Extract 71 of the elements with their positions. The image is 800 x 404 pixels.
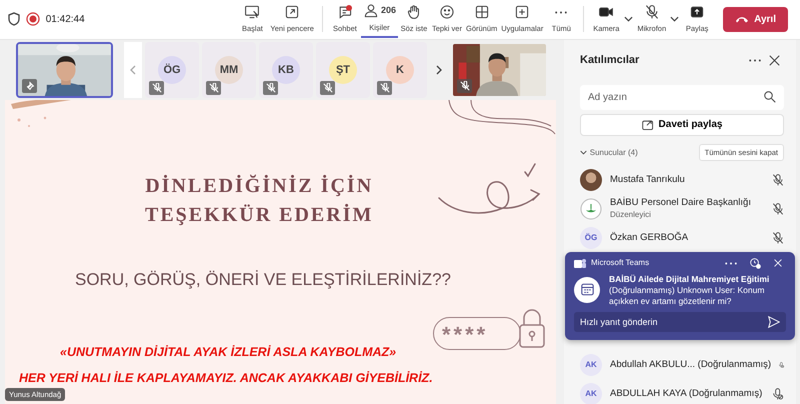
- participant-row[interactable]: BAİBU Personel Daire Başkanlığı Düzenleyici: [580, 194, 784, 224]
- participant-row[interactable]: ÖG Özkan GERBOĞA: [580, 224, 784, 253]
- clock-icon: [750, 258, 761, 269]
- avatar-initials: K: [386, 56, 414, 84]
- share-invite-button[interactable]: Daveti paylaş: [580, 114, 784, 136]
- app-icon: [574, 258, 586, 269]
- hand-icon: [406, 4, 422, 20]
- avatar-initials: MM: [215, 56, 243, 84]
- close-icon: [769, 55, 780, 66]
- participant-name: BAİBU Personel Daire Başkanlığı: [610, 197, 752, 210]
- avatar-tile[interactable]: MM: [202, 42, 256, 98]
- people-icon: [362, 3, 379, 20]
- caret-icon: [624, 16, 634, 22]
- logo-icon: [580, 198, 602, 220]
- avatar-initials: ÖG: [580, 227, 602, 250]
- chat-icon: [336, 4, 353, 20]
- participant-role: Düzenleyici: [610, 209, 652, 222]
- popout-icon: [284, 4, 300, 20]
- pin-icon: [24, 81, 34, 92]
- caret-icon: [670, 16, 680, 22]
- chevron-icon: [580, 149, 587, 156]
- avatar-tile[interactable]: KB: [259, 42, 313, 98]
- avatar-initials: AK: [580, 383, 602, 404]
- lock-icon: [517, 307, 547, 350]
- app-name: Microsoft Teams: [591, 257, 650, 270]
- mic-off-icon: [644, 4, 660, 20]
- avatar-initials: ÖG: [158, 56, 186, 84]
- avatar-initials: AK: [580, 354, 602, 376]
- section-toggle[interactable]: Sunucular (4): [580, 146, 642, 159]
- grid-icon: [474, 4, 490, 20]
- calendar-icon: [580, 283, 594, 296]
- search-field[interactable]: Ad yazın: [580, 84, 784, 110]
- smiley-icon: [438, 4, 455, 20]
- participant-name: Mustafa Tanrıkulu: [610, 174, 686, 186]
- mic-blocked-icon: [772, 388, 784, 400]
- participant-row[interactable]: AK Abdullah AKBULU... (Doğrulanmamış): [580, 350, 784, 380]
- share-icon: [642, 118, 654, 131]
- avatar-initials: KB: [272, 56, 300, 84]
- share-icon: [689, 4, 706, 20]
- avatar-tile[interactable]: ŞT: [316, 42, 370, 98]
- plus-icon: [514, 4, 530, 20]
- participant-name: Abdullah AKBULU... (Doğrulanmamış): [610, 359, 772, 372]
- avatar-tile[interactable]: K: [373, 42, 427, 98]
- hang-up-icon: [735, 15, 750, 24]
- avatar-initials: ŞT: [329, 56, 357, 84]
- search-icon: [764, 90, 776, 103]
- participant-row[interactable]: AK ABDULLAH KAYA (Doğrulanmamış): [580, 380, 784, 404]
- participant-row[interactable]: Mustafa Tanrıkulu: [580, 166, 784, 195]
- participant-name: ABDULLAH KAYA (Doğrulanmamış): [610, 388, 764, 400]
- avatar-tile[interactable]: ÖG: [145, 42, 199, 98]
- send-icon: [768, 316, 780, 328]
- leave-button[interactable]: Ayrıl: [723, 6, 788, 32]
- reply-field[interactable]: Hızlı yanıt gönderin: [574, 312, 786, 332]
- slide-quote: «UNUTMAYIN DİJİTAL AYAK İZLERİ ASLA KAYBOLMAZ»: [60, 344, 396, 361]
- more-icon: [725, 262, 737, 265]
- slide-saying: HER YERİ HALI İLE KAPLAYAMAYIZ. ANCAK AYAKKABI GİYEBİLİRİZ.: [19, 370, 433, 387]
- screen-icon: [244, 4, 260, 20]
- participant-name: Özkan GERBOĞA: [610, 232, 690, 244]
- panel-title: Katılımcılar: [580, 53, 640, 68]
- shield-icon: [6, 12, 21, 26]
- meeting-timer: 01:42:44: [46, 12, 85, 27]
- close-icon: [774, 259, 782, 268]
- slide-title: DİNLEDİĞİNİZ İÇİN TEŞEKKÜR EDERİM: [145, 174, 374, 228]
- chevron-right-icon: [436, 65, 442, 76]
- notification-title: BAİBÜ Ailede Dijital Mahremiyet Eğitimi: [609, 274, 770, 285]
- notification-message: (Doğrulanmamış) Unknown User: Konum açıkken ev artamı gözetlenir mi?: [609, 284, 766, 307]
- avatar: [580, 169, 602, 192]
- more-icon: [555, 10, 568, 14]
- chevron-left-icon: [130, 65, 136, 76]
- more-icon: [749, 59, 761, 62]
- slide-question: SORU, GÖRÜŞ, ÖNERİ VE ELEŞTİRİLERİNİZ??: [75, 269, 451, 292]
